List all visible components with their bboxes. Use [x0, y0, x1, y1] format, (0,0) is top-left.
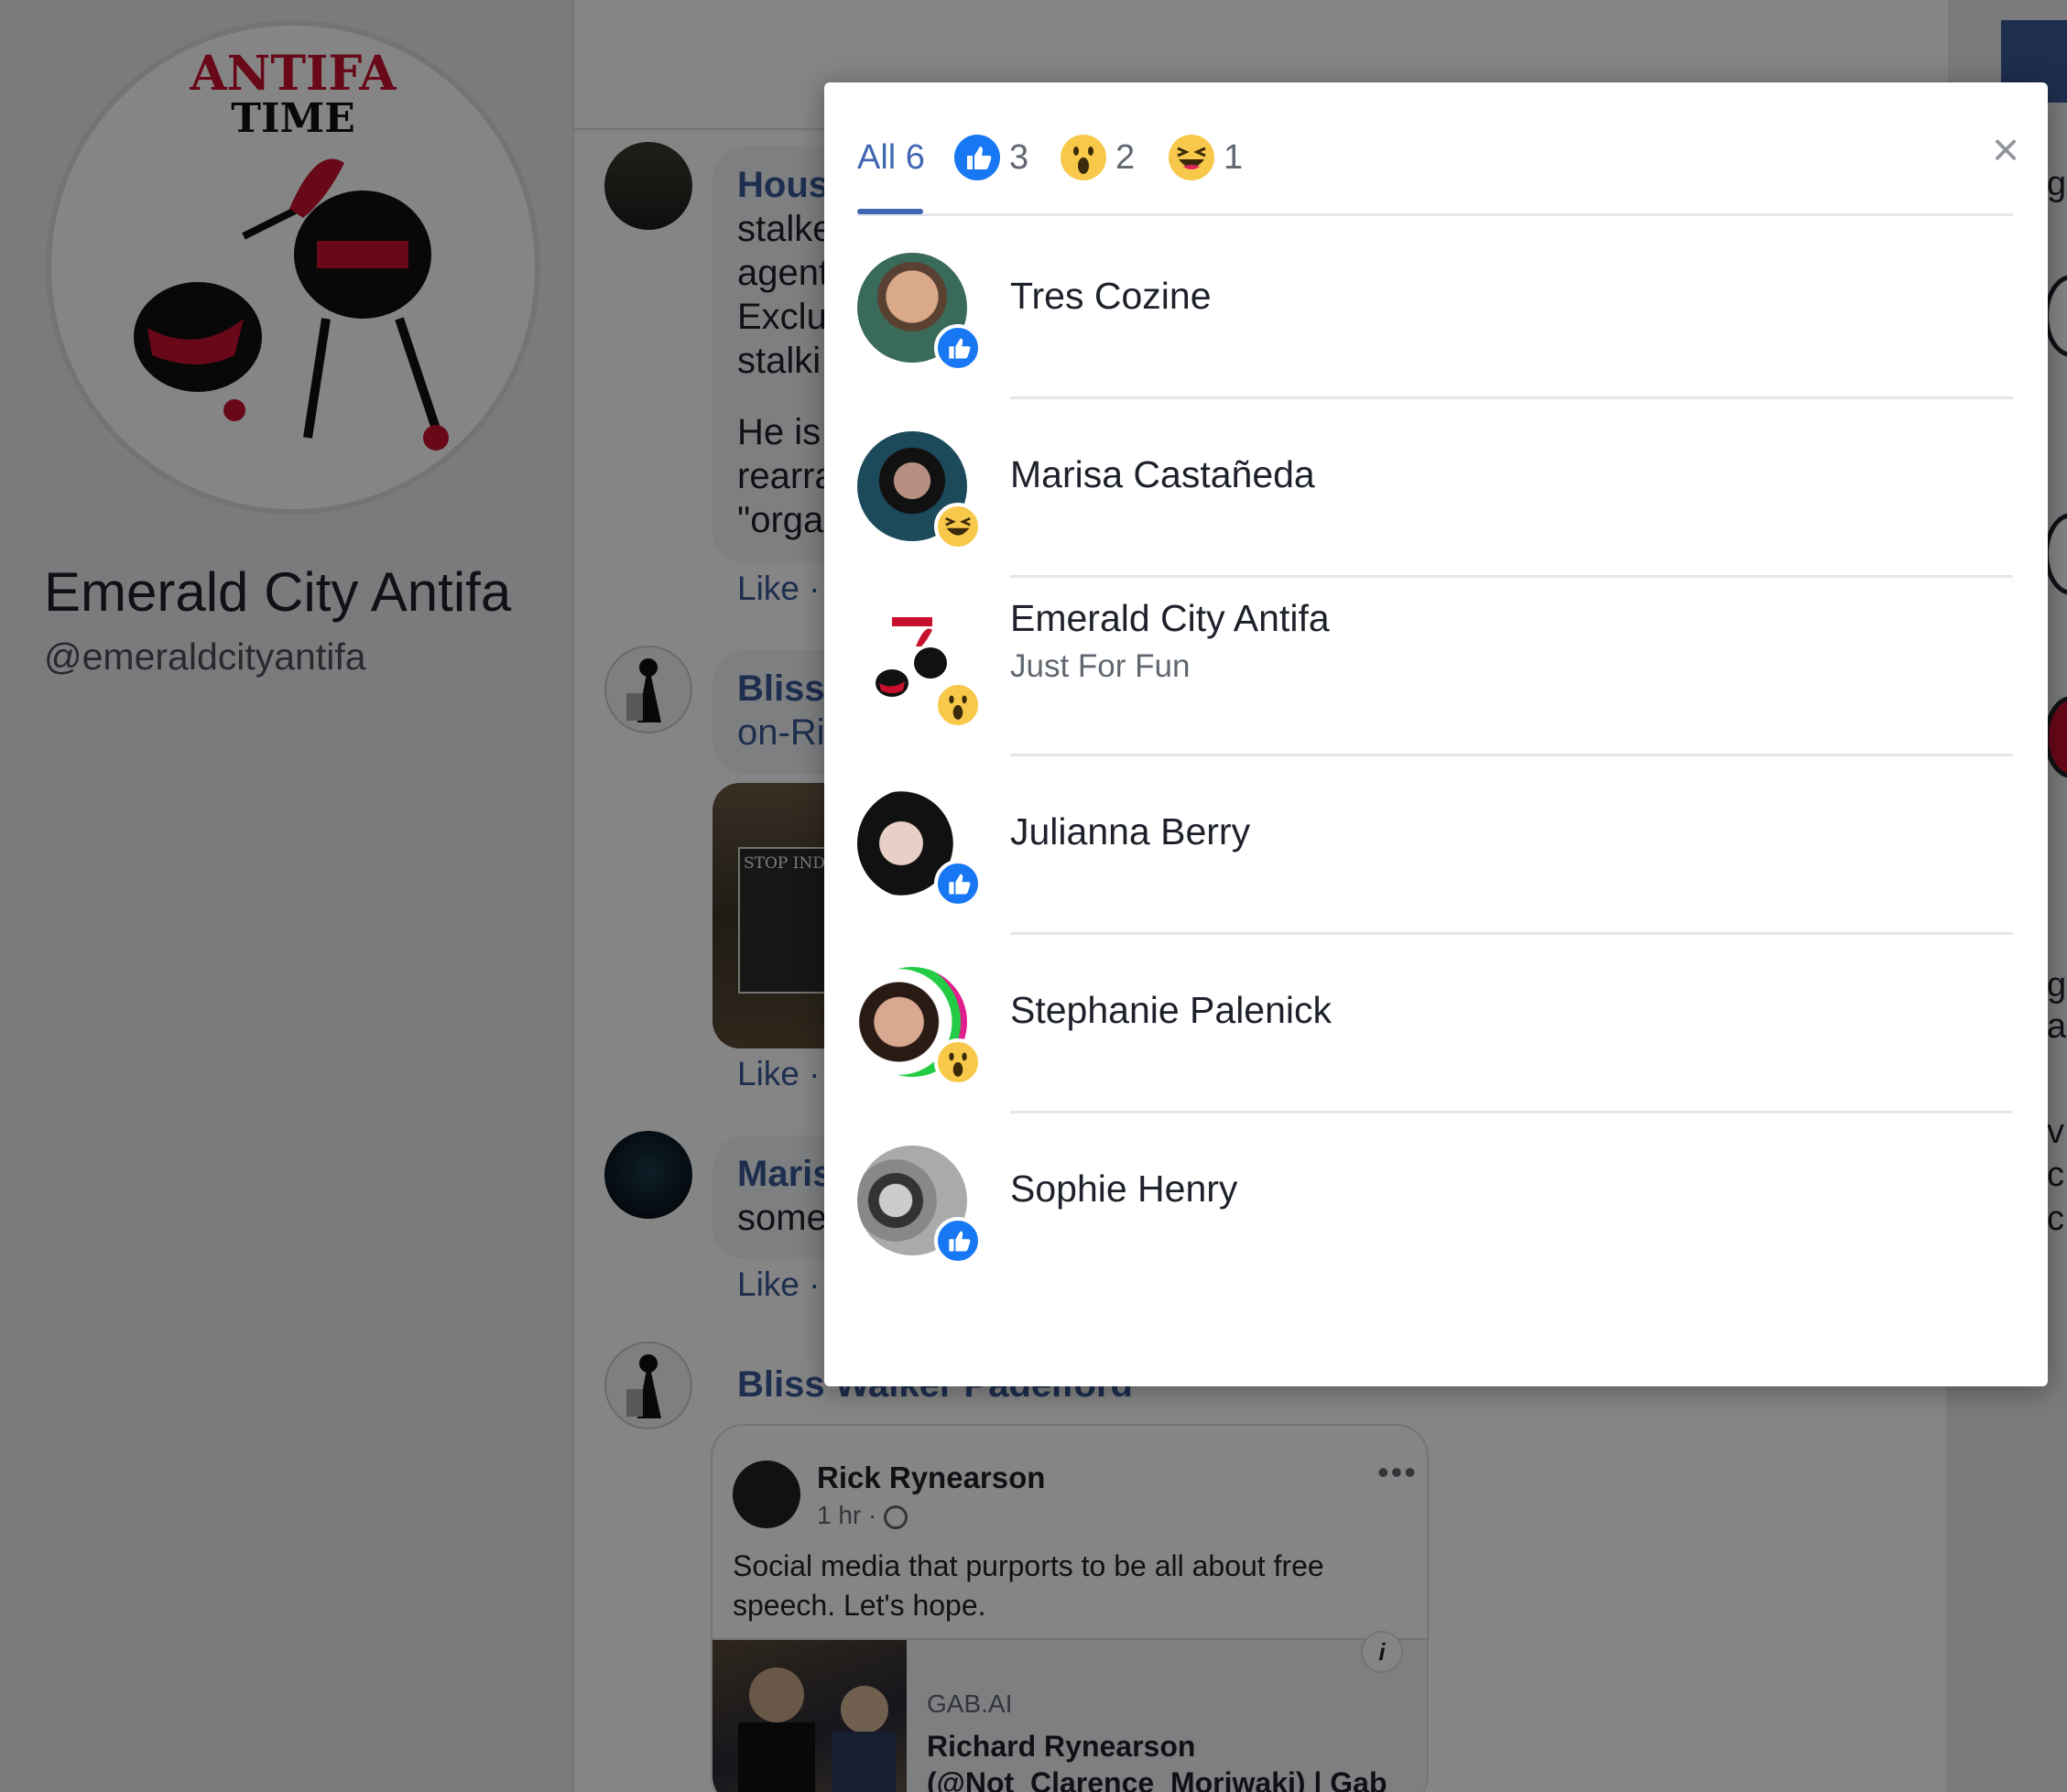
reaction-tabs: All 6 3 2 1	[857, 82, 2013, 216]
tab-wow[interactable]: 2	[1061, 121, 1135, 194]
close-icon[interactable]: ×	[1980, 125, 2031, 176]
reactions-dialog: All 6 3 2 1 × Tres Cozine Marisa Castañe…	[824, 82, 2048, 1386]
reactor-name[interactable]: Julianna Berry	[1010, 810, 1250, 853]
reactor-name[interactable]: Tres Cozine	[1010, 275, 1212, 318]
reactor-subtitle: Just For Fun	[1010, 648, 1191, 684]
active-tab-indicator	[857, 209, 923, 214]
like-icon	[934, 1217, 982, 1265]
reactor-name[interactable]: Stephanie Palenick	[1010, 989, 1332, 1032]
tab-wow-count: 2	[1115, 137, 1136, 177]
reactor-row: Julianna Berry	[857, 755, 2013, 935]
wow-icon	[1061, 135, 1106, 180]
like-icon	[954, 135, 1000, 180]
like-icon	[934, 860, 982, 907]
reactor-row: Emerald City Antifa Just For Fun	[857, 577, 2013, 756]
tab-all-label: All 6	[857, 137, 925, 177]
wow-icon	[934, 1038, 982, 1086]
like-icon	[934, 324, 982, 372]
reactor-name[interactable]: Marisa Castañeda	[1010, 453, 1315, 496]
haha-icon	[1169, 135, 1214, 180]
reactor-name[interactable]: Emerald City Antifa	[1010, 597, 1330, 640]
reactor-row: Tres Cozine	[857, 220, 2013, 399]
reactor-row: Sophie Henry	[857, 1113, 2013, 1291]
tab-haha-count: 1	[1224, 137, 1244, 177]
reactor-row: Stephanie Palenick	[857, 934, 2013, 1113]
tab-haha[interactable]: 1	[1169, 121, 1243, 194]
tab-like-count: 3	[1009, 137, 1029, 177]
wow-icon	[934, 681, 982, 729]
reactor-row: Marisa Castañeda	[857, 398, 2013, 578]
reactor-name[interactable]: Sophie Henry	[1010, 1168, 1237, 1211]
tab-like[interactable]: 3	[954, 121, 1028, 194]
haha-icon	[934, 503, 982, 550]
tab-all[interactable]: All 6	[857, 121, 925, 194]
